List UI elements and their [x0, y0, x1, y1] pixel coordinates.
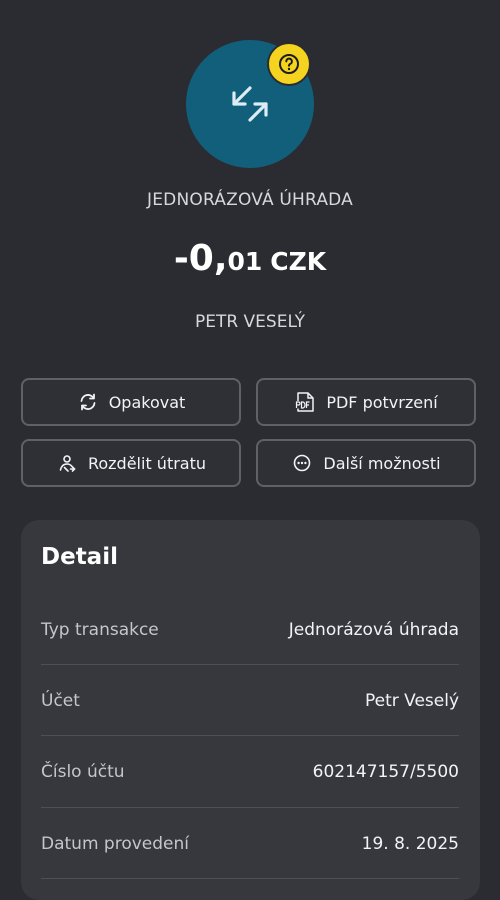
amount-integer: -0, [173, 238, 228, 279]
detail-label: Číslo účtu [41, 762, 125, 782]
transaction-header: JEDNORÁZOVÁ ÚHRADA -0,01 CZK PETR VESELÝ [0, 0, 500, 360]
detail-row-transaction-type: Typ transakce Jednorázová úhrada [41, 595, 459, 665]
divider [41, 735, 459, 736]
more-options-button[interactable]: Další možnosti [256, 439, 476, 487]
pdf-confirmation-button[interactable]: PDF potvrzení [256, 378, 476, 426]
detail-card: Detail Typ transakce Jednorázová úhrada … [21, 520, 480, 900]
detail-row-account-number: Číslo účtu 602147157/5500 [41, 737, 459, 807]
split-button-label: Rozdělit útratu [87, 453, 207, 473]
detail-row-account: Účet Petr Veselý [41, 666, 459, 736]
detail-value: 602147157/5500 [312, 762, 459, 782]
divider [41, 807, 459, 808]
counterparty-name: PETR VESELÝ [194, 312, 306, 332]
divider [41, 664, 459, 665]
split-expense-button[interactable]: Rozdělit útratu [21, 439, 241, 487]
divider [41, 878, 459, 879]
repeat-button[interactable]: Opakovat [21, 378, 241, 426]
transaction-amount: -0,01 CZK [0, 238, 500, 279]
repeat-button-label: Opakovat [108, 392, 186, 412]
detail-value: Jednorázová úhrada [288, 620, 459, 640]
more-options-icon [291, 452, 313, 474]
amount-currency: CZK [270, 247, 327, 276]
detail-label: Datum provedení [41, 834, 189, 854]
pdf-icon [294, 391, 316, 413]
amount-decimal: 01 [227, 247, 263, 276]
split-icon [56, 452, 78, 474]
question-icon[interactable] [267, 42, 311, 86]
detail-title: Detail [41, 544, 118, 570]
detail-value: Petr Veselý [364, 691, 459, 711]
transfer-arrows-icon [232, 86, 268, 122]
more-options-label: Další možnosti [323, 453, 441, 473]
question-mark-glyph [279, 54, 299, 74]
pdf-button-label: PDF potvrzení [326, 392, 438, 412]
detail-value: 19. 8. 2025 [361, 834, 459, 854]
repeat-icon [77, 391, 99, 413]
transaction-type-label: JEDNORÁZOVÁ ÚHRADA [147, 190, 353, 210]
detail-label: Účet [41, 691, 80, 711]
detail-row-execution-date: Datum provedení 19. 8. 2025 [41, 809, 459, 879]
detail-label: Typ transakce [41, 620, 159, 640]
